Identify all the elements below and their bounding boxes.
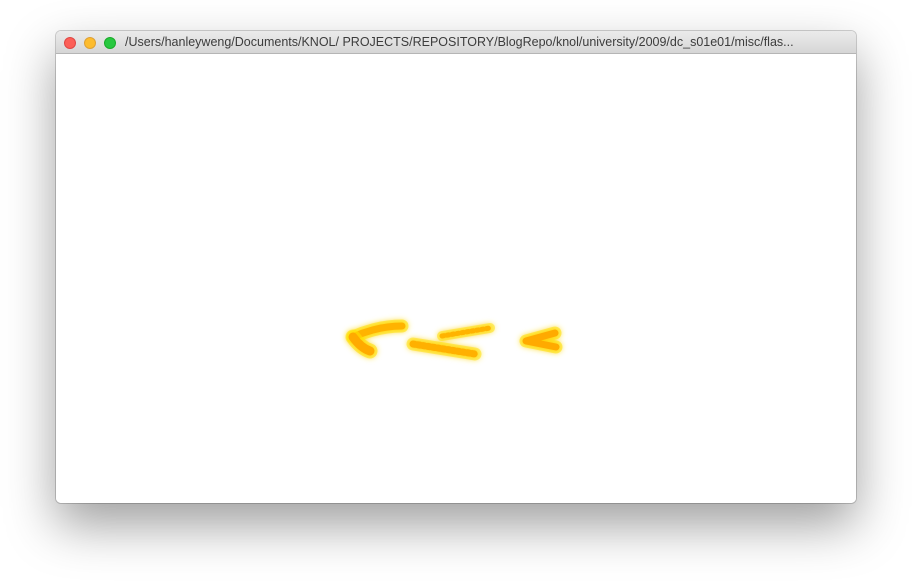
- title-bar[interactable]: /Users/hanleyweng/Documents/KNOL/ PROJEC…: [56, 31, 856, 54]
- brush-stroke-3: [437, 323, 495, 341]
- brush-strokes: [345, 319, 563, 361]
- brush-stroke-4: [519, 326, 563, 354]
- window-title: /Users/hanleyweng/Documents/KNOL/ PROJEC…: [125, 35, 794, 49]
- minimize-button[interactable]: [84, 37, 96, 49]
- brush-stroke-1: [345, 319, 409, 359]
- zoom-button[interactable]: [104, 37, 116, 49]
- app-window[interactable]: /Users/hanleyweng/Documents/KNOL/ PROJEC…: [56, 31, 856, 503]
- drawing-stage[interactable]: [56, 54, 856, 503]
- desktop: /Users/hanleyweng/Documents/KNOL/ PROJEC…: [0, 0, 912, 584]
- close-button[interactable]: [64, 37, 76, 49]
- flash-canvas[interactable]: [56, 54, 856, 503]
- brush-stroke-2: [406, 337, 482, 361]
